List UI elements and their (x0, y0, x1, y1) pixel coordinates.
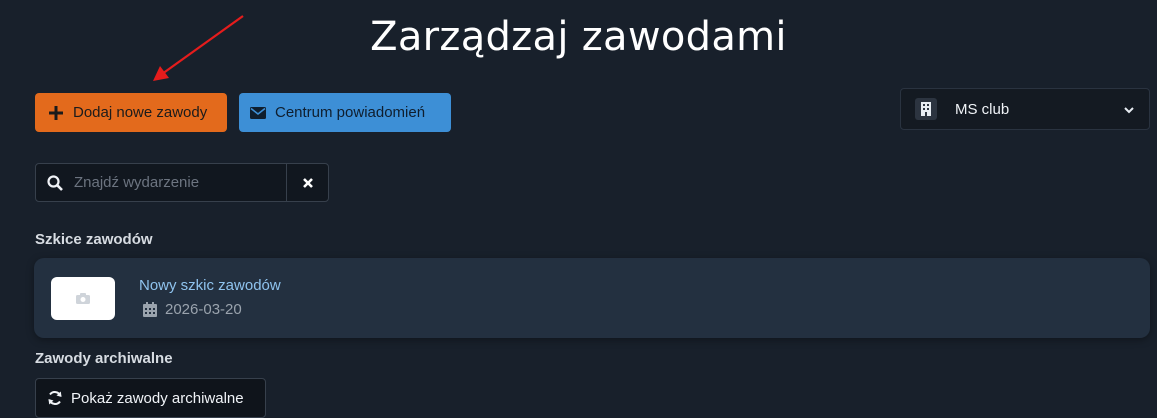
search-input[interactable] (74, 164, 286, 201)
page-title: Zarządzaj zawodami (370, 14, 787, 60)
chevron-down-icon (1123, 103, 1135, 121)
clear-search-button[interactable] (286, 164, 328, 201)
close-icon (302, 177, 313, 188)
show-archive-button[interactable]: Pokaż zawody archiwalne (35, 378, 266, 418)
camera-icon (76, 293, 90, 304)
draft-card[interactable]: Nowy szkic zawodów 2026-03-20 (34, 258, 1150, 338)
draft-name[interactable]: Nowy szkic zawodów (139, 277, 281, 294)
drafts-heading: Szkice zawodów (35, 231, 153, 248)
show-archive-label: Pokaż zawody archiwalne (71, 389, 244, 407)
plus-icon (48, 105, 64, 121)
notification-center-button[interactable]: Centrum powiadomień (239, 93, 451, 132)
draft-date: 2026-03-20 (165, 301, 242, 318)
club-select[interactable]: MS club (900, 88, 1150, 130)
search-box (35, 163, 329, 202)
page: Zarządzaj zawodami Dodaj nowe zawody Cen… (0, 0, 1157, 418)
club-select-value: MS club (955, 100, 1010, 118)
calendar-icon (143, 302, 157, 317)
add-competition-label: Dodaj nowe zawody (73, 104, 208, 121)
draft-date-row: 2026-03-20 (143, 301, 242, 318)
refresh-icon (47, 390, 63, 406)
building-icon (915, 98, 937, 120)
archive-heading: Zawody archiwalne (35, 350, 173, 367)
add-competition-button[interactable]: Dodaj nowe zawody (35, 93, 227, 132)
notification-center-label: Centrum powiadomień (275, 104, 426, 121)
search-icon (36, 174, 74, 191)
envelope-icon (250, 105, 266, 121)
draft-thumbnail (51, 277, 115, 320)
